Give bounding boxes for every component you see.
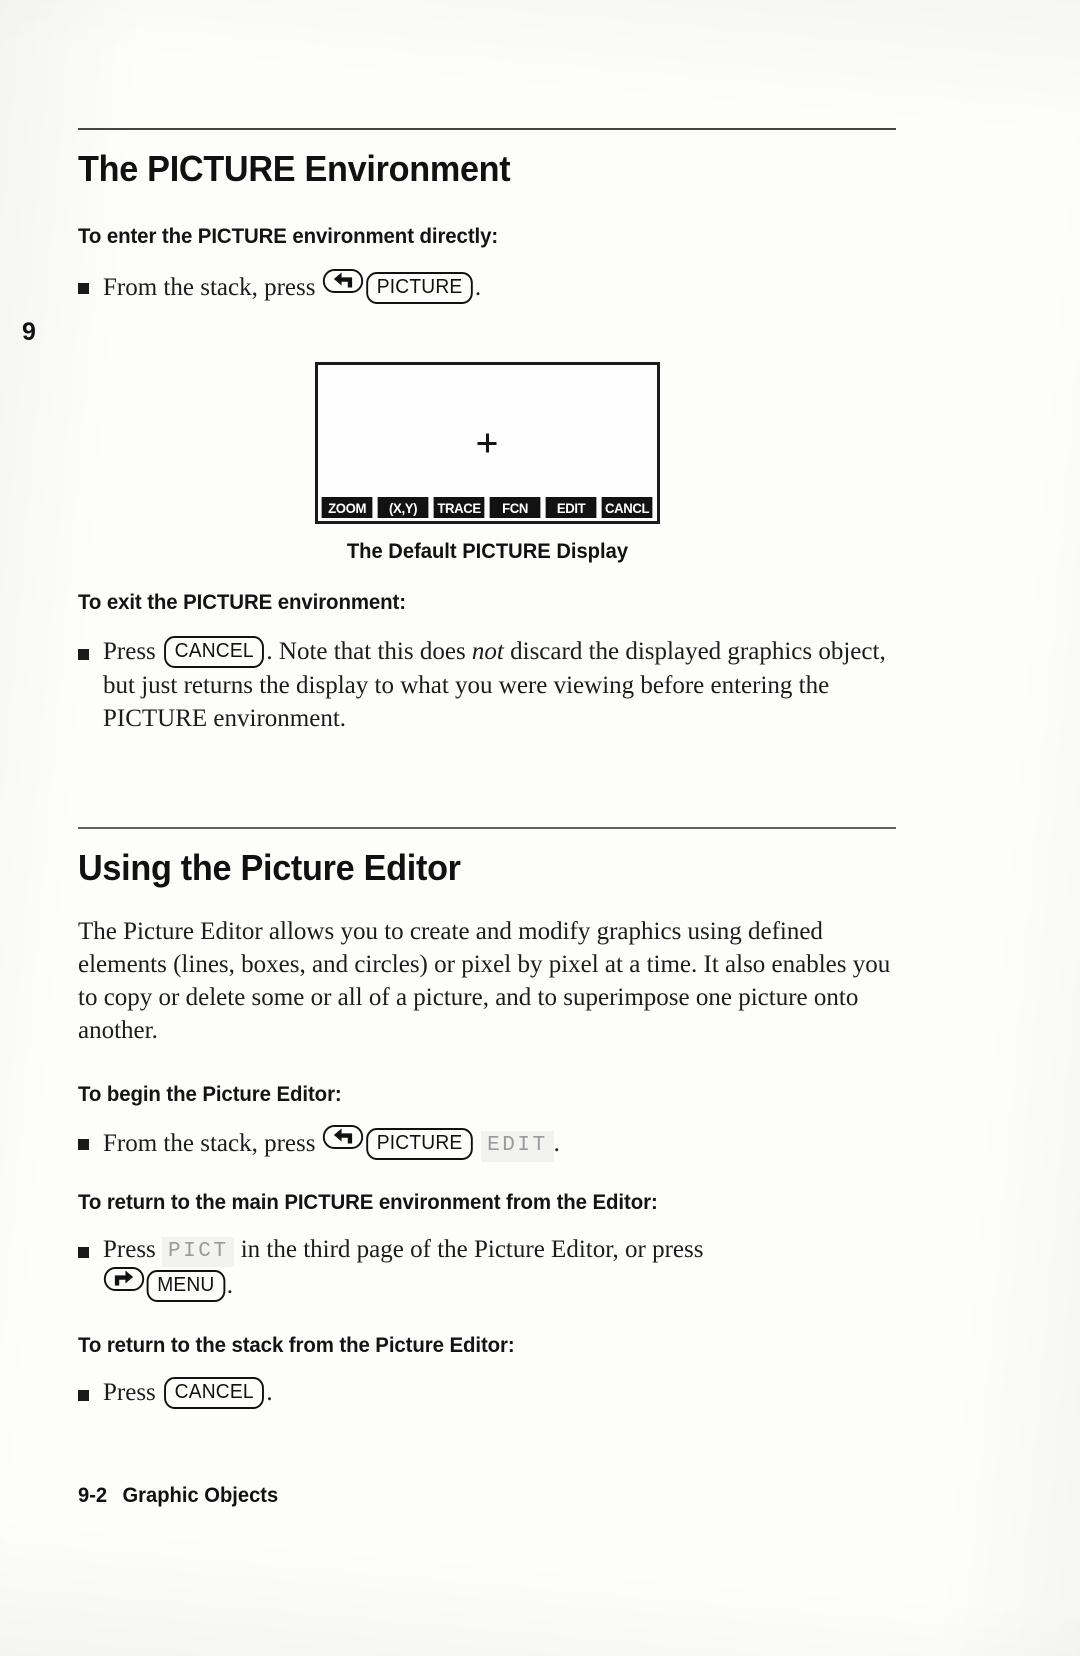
instruction-prefix: From the stack, press	[103, 1129, 316, 1157]
instruction-middle: in the third page of the Picture Editor,…	[240, 1235, 704, 1263]
instruction-suffix: .	[474, 274, 482, 301]
page-footer: 9-2 Graphic Objects	[78, 1484, 278, 1508]
figure-default-picture-display: ZOOM (X,Y) TRACE FCN EDIT CANCL The Defa…	[78, 362, 896, 564]
softkey-cancl[interactable]: CANCL	[601, 497, 653, 519]
softkey-xy[interactable]: (X,Y)	[377, 497, 429, 519]
instruction-prefix: Press	[103, 638, 156, 666]
bullet-square-icon	[78, 1389, 89, 1401]
softkey-edit[interactable]: EDIT	[545, 497, 597, 519]
list-item: From the stack, press PICTURE EDIT.	[78, 1124, 896, 1162]
note-text-part1: . Note that this does	[266, 638, 472, 666]
left-shift-arrow-key	[322, 269, 363, 293]
picture-key: PICTURE	[365, 272, 473, 304]
instruction-suffix: .	[226, 1272, 233, 1300]
softkey-label-pict: PICT	[162, 1236, 235, 1268]
instruction-prefix: From the stack, press	[103, 274, 316, 301]
instruction-prefix: Press	[103, 1378, 156, 1406]
subheading-begin-editor: To begin the Picture Editor:	[78, 1081, 342, 1106]
list-item-text: From the stack, press PICTURE EDIT.	[103, 1124, 896, 1162]
lcd-softkey-menu: ZOOM (X,Y) TRACE FCN EDIT CANCL	[318, 495, 657, 521]
lcd-screen: ZOOM (X,Y) TRACE FCN EDIT CANCL	[314, 362, 660, 525]
instruction-prefix: Press	[103, 1235, 156, 1263]
softkey-zoom[interactable]: ZOOM	[321, 497, 373, 519]
list-item: Press CANCEL.	[78, 1376, 896, 1409]
picture-key: PICTURE	[365, 1127, 473, 1160]
manual-page: 9 The PICTURE Environment To enter the P…	[0, 0, 1080, 1656]
list-item-text: Press CANCEL. Note that this does not di…	[103, 635, 896, 735]
list-item: Press CANCEL. Note that this does not di…	[78, 635, 896, 735]
page-content: The PICTURE Environment To enter the PIC…	[78, 0, 896, 1409]
list-item: Press PICT in the third page of the Pict…	[78, 1233, 896, 1303]
chapter-tab-number: 9	[22, 318, 36, 346]
bullet-square-icon	[78, 1246, 89, 1258]
cancel-key: CANCEL	[164, 636, 265, 669]
left-shift-arrow-key	[322, 1124, 363, 1149]
bullet-square-icon	[78, 283, 89, 294]
page-title: The PICTURE Environment	[78, 148, 511, 189]
crosshair-cursor-icon	[478, 434, 497, 453]
subheading-enter-picture: To enter the PICTURE environment directl…	[78, 224, 499, 248]
footer-page-number: 9-2	[78, 1484, 108, 1507]
list-item-text: Press PICT in the third page of the Pict…	[103, 1233, 896, 1303]
section-rule-top	[78, 128, 896, 130]
intro-paragraph: The Picture Editor allows you to create …	[78, 917, 891, 1045]
softkey-trace[interactable]: TRACE	[433, 497, 485, 519]
note-text-italic: not	[471, 638, 504, 666]
list-item-text: From the stack, press PICTURE.	[103, 269, 896, 304]
instruction-suffix: .	[553, 1129, 560, 1157]
list-item-text: Press CANCEL.	[103, 1376, 896, 1409]
instruction-suffix: .	[266, 1378, 273, 1406]
list-item: From the stack, press PICTURE.	[78, 269, 896, 304]
footer-chapter-title: Graphic Objects	[122, 1484, 279, 1507]
subheading-exit-picture: To exit the PICTURE environment:	[78, 590, 406, 615]
bullet-square-icon	[78, 649, 89, 661]
subheading-return-to-picture: To return to the main PICTURE environmen…	[78, 1189, 658, 1214]
figure-caption: The Default PICTURE Display	[346, 540, 628, 564]
softkey-fcn[interactable]: FCN	[489, 497, 541, 519]
softkey-label-edit: EDIT	[481, 1130, 554, 1162]
right-shift-arrow-key	[103, 1267, 145, 1292]
cancel-key: CANCEL	[164, 1376, 265, 1409]
subheading-return-to-stack: To return to the stack from the Picture …	[78, 1332, 515, 1357]
section-rule-middle	[78, 827, 896, 829]
bullet-square-icon	[78, 1138, 89, 1150]
section-title-picture-editor: Using the Picture Editor	[78, 846, 461, 888]
menu-key: MENU	[146, 1270, 226, 1303]
